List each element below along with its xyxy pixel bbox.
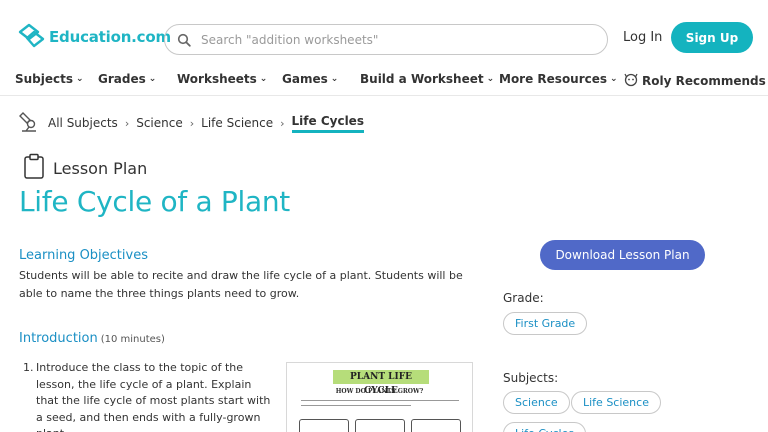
grade-tag[interactable]: First Grade <box>503 312 588 335</box>
site-header: Education.com Log In Sign Up <box>0 0 768 68</box>
chevron-down-icon: ⌄ <box>76 74 84 84</box>
nav-item-label: Grades <box>98 72 146 86</box>
grade-label: Grade: <box>503 291 544 305</box>
nav-item-games[interactable]: Games ⌄ <box>282 72 338 86</box>
chevron-right-icon: › <box>189 116 195 130</box>
worksheet-subtitle: HOW DO PLANTS GROW? <box>335 388 424 395</box>
step-number: 1. <box>23 361 34 374</box>
search-bar[interactable] <box>164 24 608 55</box>
nav-item-grades[interactable]: Grades ⌄ <box>98 72 156 86</box>
subjects-label: Subjects: <box>503 371 559 385</box>
chevron-down-icon: ⌄ <box>148 74 157 84</box>
nav-item-label: Games <box>282 72 328 86</box>
subject-tag[interactable]: Science <box>503 391 570 414</box>
introduction-heading: Introduction (10 minutes) <box>19 331 165 346</box>
subject-tag[interactable]: Life Science <box>571 391 661 414</box>
content-type-label: Lesson Plan <box>53 158 148 178</box>
breadcrumb-life-science[interactable]: Life Science <box>201 116 273 130</box>
nav-item-label: Roly Recommends <box>642 74 766 88</box>
worksheet-text-line <box>301 400 459 401</box>
worksheet-card <box>411 419 461 432</box>
chevron-down-icon: ⌄ <box>330 74 339 84</box>
breadcrumb-science[interactable]: Science <box>136 116 183 130</box>
nav-item-label: More Resources <box>499 72 608 86</box>
roly-icon <box>623 72 639 90</box>
breadcrumb-all-subjects[interactable]: All Subjects <box>48 116 118 130</box>
introduction-title: Introduction <box>19 331 98 346</box>
learning-objectives-heading: Learning Objectives <box>19 248 148 263</box>
search-input[interactable] <box>201 32 581 47</box>
chevron-down-icon: ⌄ <box>486 74 495 84</box>
worksheet-preview[interactable]: PLANT LIFE CYCLE HOW DO PLANTS GROW? <box>286 362 473 432</box>
breadcrumb: All Subjects › Science › Life Science › … <box>18 110 364 136</box>
nav-item-label: Subjects <box>15 72 74 86</box>
chevron-down-icon: ⌄ <box>259 74 268 84</box>
chevron-down-icon: ⌄ <box>610 74 618 84</box>
list-item: 1. Introduce the class to the topic of t… <box>23 360 276 432</box>
login-link[interactable]: Log In <box>623 30 662 45</box>
worksheet-card <box>299 419 349 432</box>
clipboard-icon <box>23 153 45 183</box>
logo-text: Education.com <box>49 28 171 46</box>
worksheet-text-line <box>301 405 411 406</box>
nav-item-build-worksheet[interactable]: Build a Worksheet ⌄ <box>360 72 494 86</box>
chevron-right-icon: › <box>124 116 130 130</box>
site-logo[interactable]: Education.com <box>17 22 171 52</box>
main-nav: Subjects ⌄ Grades ⌄ Worksheets ⌄ Games ⌄ Bui… <box>0 68 768 96</box>
worksheet-card <box>355 419 405 432</box>
page-title: Life Cycle of a Plant <box>19 185 290 218</box>
learning-objectives-text: Students will be able to recite and draw… <box>19 269 463 300</box>
content-type: Lesson Plan <box>23 153 147 183</box>
signup-button[interactable]: Sign Up <box>671 22 753 53</box>
nav-item-label: Worksheets <box>177 72 257 86</box>
education-logo-icon <box>17 22 47 52</box>
worksheet-title: PLANT LIFE CYCLE <box>333 370 429 396</box>
nav-item-worksheets[interactable]: Worksheets ⌄ <box>177 72 267 86</box>
microscope-icon <box>18 111 40 136</box>
step-text: Introduce the class to the topic of the … <box>36 361 271 432</box>
breadcrumb-current[interactable]: Life Cycles <box>291 114 364 133</box>
introduction-duration: (10 minutes) <box>100 334 165 345</box>
nav-item-label: Build a Worksheet <box>360 72 484 86</box>
chevron-right-icon: › <box>280 116 285 130</box>
subject-tag[interactable]: Life Cycles <box>503 422 587 432</box>
search-icon <box>177 33 191 47</box>
nav-item-roly-recommends[interactable]: Roly Recommends⌄ <box>623 72 768 90</box>
nav-item-subjects[interactable]: Subjects ⌄ <box>15 72 84 86</box>
nav-item-more-resources[interactable]: More Resources ⌄ <box>499 72 618 86</box>
download-lesson-plan-button[interactable]: Download Lesson Plan <box>540 240 705 270</box>
